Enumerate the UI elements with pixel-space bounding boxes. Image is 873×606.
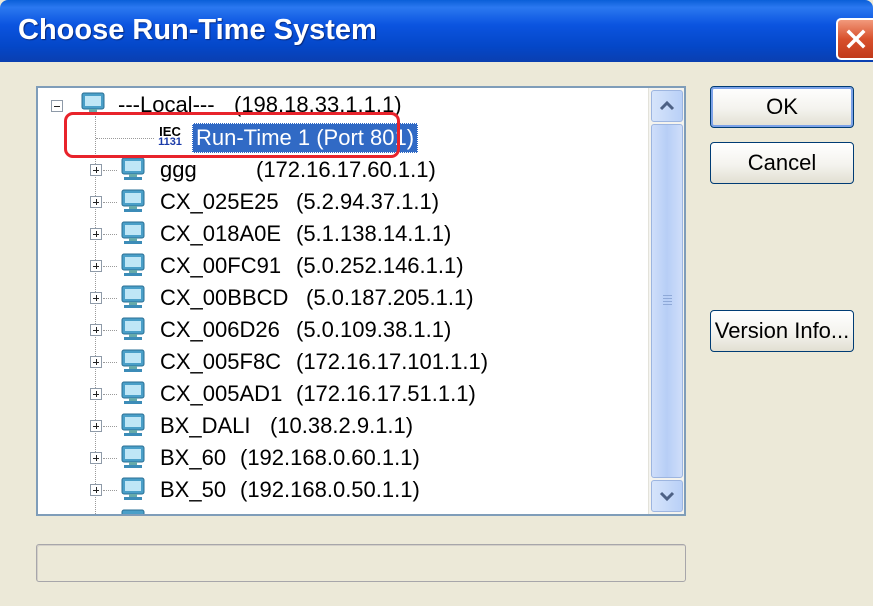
tree-item-name: BX_50 [160,477,227,502]
tree-item-address: (5.1.138.14.1.1) [296,221,452,246]
tree-item-name: CX_018A0E [160,221,282,246]
pc-icon [121,157,145,180]
tree-item-name: CX_006D26 [160,317,280,342]
pc-icon [121,285,145,308]
expand-toggle[interactable] [90,452,102,464]
tree-item-address: (192.168.0.60.1.1) [240,445,420,470]
version-info-button[interactable]: Version Info... [710,310,854,352]
tree-item-address: (5.0.109.38.1.1) [296,317,452,342]
pc-icon [121,253,145,276]
pc-icon [121,477,145,500]
tree-item-ggg[interactable]: ggg (172.16.17.60.1.1) [38,154,648,186]
tree-connector [103,426,117,428]
dialog-title: Choose Run-Time System [18,14,377,46]
scroll-thumb[interactable] [651,124,683,478]
tree-item-address: (10.38.2.9.1.1) [270,413,414,438]
tree-connector [103,170,117,172]
tree-item-bx-dali[interactable]: BX_DALI (10.38.2.9.1.1) [38,410,648,442]
expand-toggle[interactable] [90,356,102,368]
tree-item-address: (5.2.94.37.1.1) [296,189,440,214]
tree-item-cx-018a0e[interactable]: CX_018A0E (5.1.138.14.1.1) [38,218,648,250]
pc-icon [121,509,145,514]
tree-item-address: (192.168.0.50.1.1) [240,477,420,502]
tree-item-cx-006d26[interactable]: CX_006D26 (5.0.109.38.1.1) [38,314,648,346]
grip-line [663,301,672,302]
tree-item-name: CX_005AD1 [160,381,283,406]
tree-item-name: ggg [160,157,197,182]
tree-connector [103,330,117,332]
expand-toggle[interactable] [90,196,102,208]
tree-item-cx-00bbcd[interactable]: CX_00BBCD (5.0.187.205.1.1) [38,282,648,314]
scroll-up-button[interactable] [651,90,683,122]
tree-scrollbar[interactable] [648,88,684,514]
expand-toggle[interactable] [90,484,102,496]
tree-connector [103,490,117,492]
cancel-button[interactable]: Cancel [710,142,854,184]
close-button[interactable] [836,18,873,60]
grip-line [663,295,672,296]
pc-icon [121,413,145,436]
tree-item-address: (5.0.187.205.1.1) [306,285,474,310]
expand-toggle[interactable] [90,420,102,432]
tree-item-name: CX_025E25 [160,189,279,214]
scroll-down-button[interactable] [651,480,683,512]
expand-toggle[interactable] [90,164,102,176]
grip-line [663,304,672,305]
expand-toggle[interactable] [90,292,102,304]
tree-connector [103,458,117,460]
tree-item-address: (172.16.17.101.1.1) [296,349,489,374]
annotation-highlight [64,112,400,158]
pc-icon [121,221,145,244]
chevron-down-icon [659,491,675,502]
tree-item-cx-025e25[interactable]: CX_025E25 (5.2.94.37.1.1) [38,186,648,218]
tree-item-name: CX_00FC91 [160,253,282,278]
tree-item-address: (5.0.252.146.1.1) [296,253,464,278]
expand-toggle[interactable] [90,228,102,240]
expand-toggle[interactable] [90,388,102,400]
tree-item-cx-005f8c[interactable]: CX_005F8C (172.16.17.101.1.1) [38,346,648,378]
expand-toggle[interactable] [90,324,102,336]
tree-item-name: BX_DALI [160,413,251,438]
tree-item-cutoff [38,506,648,514]
choose-runtime-dialog: Choose Run-Time System ---Local--- (198.… [0,0,873,606]
tree-item-address: (172.16.17.60.1.1) [256,157,436,182]
tree-item-cx-005ad1[interactable]: CX_005AD1 (172.16.17.51.1.1) [38,378,648,410]
pc-icon [121,381,145,404]
pc-icon [121,189,145,212]
grip-line [663,298,672,299]
status-field [36,544,686,582]
tree-item-address: (172.16.17.51.1.1) [296,381,476,406]
tree-connector [103,234,117,236]
tree-item-name: CX_005F8C [160,349,282,374]
tree-item-bx-50[interactable]: BX_50 (192.168.0.50.1.1) [38,474,648,506]
tree-connector [103,298,117,300]
tree-item-name: CX_00BBCD [160,285,289,310]
tree-item-bx-60[interactable]: BX_60 (192.168.0.60.1.1) [38,442,648,474]
expand-toggle[interactable] [90,260,102,272]
title-bar[interactable]: Choose Run-Time System [0,0,873,62]
tree-connector [103,394,117,396]
collapse-toggle[interactable] [51,100,63,112]
tree-item-cx-00fc91[interactable]: CX_00FC91 (5.0.252.146.1.1) [38,250,648,282]
chevron-up-icon [659,100,675,111]
close-icon [846,29,866,49]
pc-icon [121,317,145,340]
ok-button[interactable]: OK [710,86,854,128]
pc-icon [121,349,145,372]
tree-connector [103,202,117,204]
pc-icon [121,445,145,468]
tree-connector [103,362,117,364]
tree-item-name: BX_60 [160,445,227,470]
tree-connector [103,266,117,268]
